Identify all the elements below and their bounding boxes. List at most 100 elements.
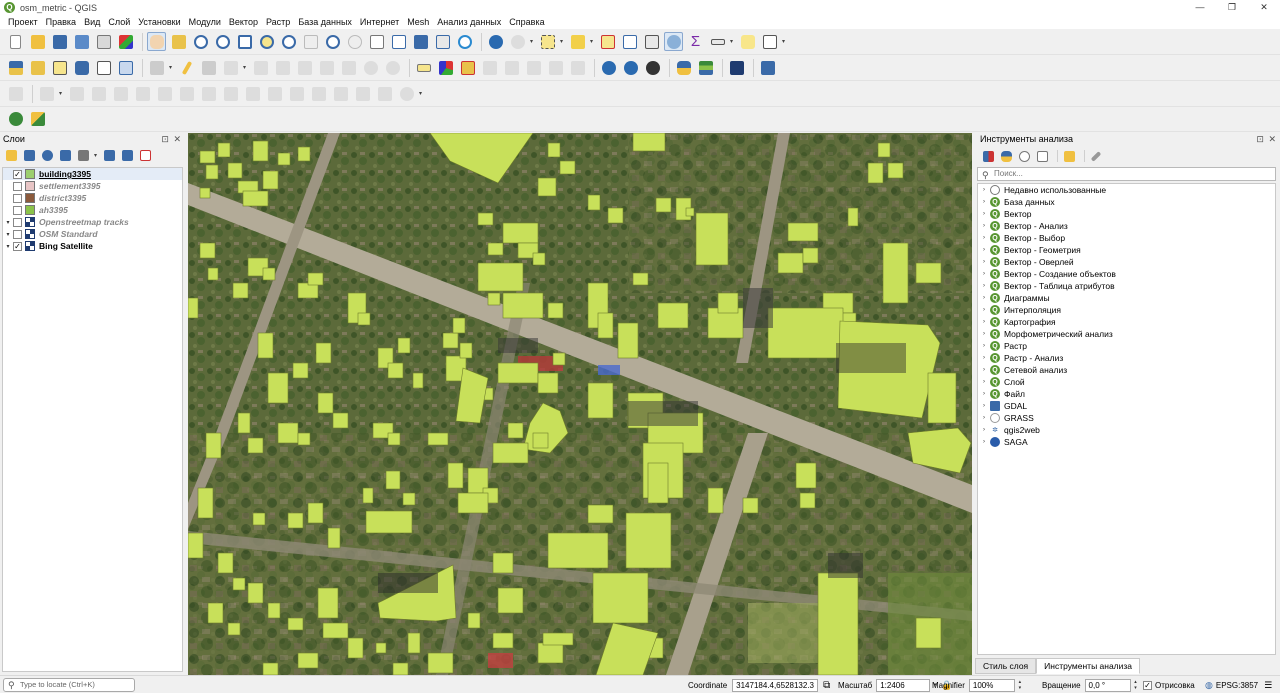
- menu-view[interactable]: Вид: [80, 17, 104, 27]
- rotate-feature-icon[interactable]: [397, 84, 416, 103]
- python-console-icon[interactable]: [674, 58, 693, 77]
- map-canvas[interactable]: [188, 133, 972, 675]
- magnifier-spinner-icon[interactable]: ▴ ▾: [1016, 679, 1024, 691]
- align-icon[interactable]: [375, 84, 394, 103]
- map-tips-icon[interactable]: [738, 32, 757, 51]
- delete-part-icon[interactable]: [133, 84, 152, 103]
- processing-toolbox-icon[interactable]: [664, 32, 683, 51]
- move-label-icon[interactable]: [524, 58, 543, 77]
- cut-features-icon[interactable]: [295, 58, 314, 77]
- change-label-icon[interactable]: [568, 58, 587, 77]
- highlight-label-icon[interactable]: [458, 58, 477, 77]
- paste-features-icon[interactable]: [339, 58, 358, 77]
- help-icon[interactable]: [727, 58, 746, 77]
- expand-arrow-icon[interactable]: ›: [978, 271, 990, 277]
- models-icon[interactable]: [981, 149, 995, 163]
- expand-arrow-icon[interactable]: ›: [978, 391, 990, 397]
- expand-arrow-icon[interactable]: ▾: [3, 243, 13, 250]
- vertex-tool-icon[interactable]: [251, 58, 270, 77]
- reverse-line-icon[interactable]: [199, 84, 218, 103]
- messages-icon[interactable]: ☰: [1264, 680, 1272, 691]
- diagram-icon[interactable]: [436, 58, 455, 77]
- new-memory-layer-icon[interactable]: [94, 58, 113, 77]
- menu-layer[interactable]: Слой: [104, 17, 134, 27]
- layer-visibility-checkbox[interactable]: [13, 193, 22, 203]
- expand-arrow-icon[interactable]: ›: [978, 259, 990, 265]
- manage-map-themes-icon[interactable]: [40, 148, 54, 162]
- bookmark-icon[interactable]: [411, 32, 430, 51]
- processing-group-item[interactable]: › Q Морфометрический анализ: [978, 328, 1275, 340]
- processing-group-item[interactable]: › Недавно использованные: [978, 184, 1275, 196]
- expand-arrow-icon[interactable]: ›: [978, 331, 990, 337]
- offset-curve-icon[interactable]: [177, 84, 196, 103]
- expand-arrow-icon[interactable]: ›: [978, 283, 990, 289]
- digitize-icon[interactable]: [221, 58, 240, 77]
- processing-group-item[interactable]: › Q Растр: [978, 340, 1275, 352]
- select-features-icon[interactable]: [538, 32, 557, 51]
- split-features-icon[interactable]: [243, 84, 262, 103]
- copy-features-icon[interactable]: [317, 58, 336, 77]
- processing-group-item[interactable]: › Q Сетевой анализ: [978, 364, 1275, 376]
- delete-ring-icon[interactable]: [111, 84, 130, 103]
- expand-arrow-icon[interactable]: ›: [978, 199, 990, 205]
- merge-features-icon[interactable]: [287, 84, 306, 103]
- action-icon[interactable]: [508, 32, 527, 51]
- add-part-icon[interactable]: [67, 84, 86, 103]
- expand-arrow-icon[interactable]: ›: [978, 403, 990, 409]
- expand-arrow-icon[interactable]: ›: [978, 379, 990, 385]
- georeferencer-icon[interactable]: [758, 58, 777, 77]
- zoom-native-icon[interactable]: [301, 32, 320, 51]
- expand-arrow-icon[interactable]: ›: [978, 211, 990, 217]
- simplify-icon[interactable]: [353, 84, 372, 103]
- text-annotation-icon[interactable]: [760, 32, 779, 51]
- style-manager-icon[interactable]: [116, 32, 135, 51]
- magnifier-field[interactable]: 100%: [968, 678, 1015, 692]
- zoom-next-icon[interactable]: [345, 32, 364, 51]
- split-parts-icon[interactable]: [265, 84, 284, 103]
- quickmapservices-icon[interactable]: [28, 110, 47, 129]
- scale-field[interactable]: 1:2406: [876, 678, 931, 692]
- processing-group-item[interactable]: › Q Растр - Анализ: [978, 352, 1275, 364]
- new-virtual-layer-icon[interactable]: [116, 58, 135, 77]
- processing-group-item[interactable]: › Q Вектор - Выбор: [978, 232, 1275, 244]
- delete-selected-icon[interactable]: [273, 58, 292, 77]
- expand-arrow-icon[interactable]: ›: [978, 247, 990, 253]
- zoom-out-icon[interactable]: [213, 32, 232, 51]
- coordinate-capture-icon[interactable]: [643, 58, 662, 77]
- trim-extend-icon[interactable]: [221, 84, 240, 103]
- menu-vector[interactable]: Вектор: [225, 17, 262, 27]
- processing-group-item[interactable]: › Q Вектор - Геометрия: [978, 244, 1275, 256]
- add-ring-icon[interactable]: [37, 84, 56, 103]
- expand-arrow-icon[interactable]: ›: [978, 319, 990, 325]
- rotation-spinner-icon[interactable]: ▴ ▾: [1132, 679, 1140, 691]
- layer-visibility-checkbox[interactable]: [13, 229, 22, 239]
- data-source-manager-icon[interactable]: [6, 58, 25, 77]
- identify-icon[interactable]: [486, 32, 505, 51]
- expand-arrow-icon[interactable]: ▾: [3, 219, 13, 226]
- undo-icon[interactable]: [361, 58, 380, 77]
- crs-label[interactable]: EPSG:3857: [1216, 681, 1258, 690]
- filter-legend-icon[interactable]: [58, 148, 72, 162]
- close-button[interactable]: ✕: [1248, 0, 1280, 15]
- layers-panel-dock-buttons[interactable]: ⊡ ✕: [161, 133, 182, 145]
- zoom-full-icon[interactable]: [235, 32, 254, 51]
- tab-processing-toolbox[interactable]: Инструменты анализа: [1036, 658, 1141, 674]
- processing-group-item[interactable]: › Q Слой: [978, 376, 1275, 388]
- processing-group-item[interactable]: › Q Картография: [978, 316, 1275, 328]
- measure-icon[interactable]: [708, 32, 727, 51]
- expand-all-icon[interactable]: [102, 148, 116, 162]
- coordinate-field[interactable]: 3147184.4,6528132.3: [732, 678, 819, 692]
- add-group-icon[interactable]: [22, 148, 36, 162]
- redo-icon[interactable]: [383, 58, 402, 77]
- layer-row[interactable]: district3395: [3, 192, 182, 204]
- processing-search-input[interactable]: ⚲ Поиск...: [977, 167, 1276, 181]
- layer-row[interactable]: ah3395: [3, 204, 182, 216]
- pan-to-selection-icon[interactable]: [169, 32, 188, 51]
- show-hide-label-icon[interactable]: [502, 58, 521, 77]
- collapse-all-icon[interactable]: [120, 148, 134, 162]
- rotate-label-icon[interactable]: [546, 58, 565, 77]
- deselect-icon[interactable]: [598, 32, 617, 51]
- expand-arrow-icon[interactable]: ›: [978, 307, 990, 313]
- expand-arrow-icon[interactable]: ▾: [3, 231, 13, 238]
- minimize-button[interactable]: —: [1184, 0, 1216, 15]
